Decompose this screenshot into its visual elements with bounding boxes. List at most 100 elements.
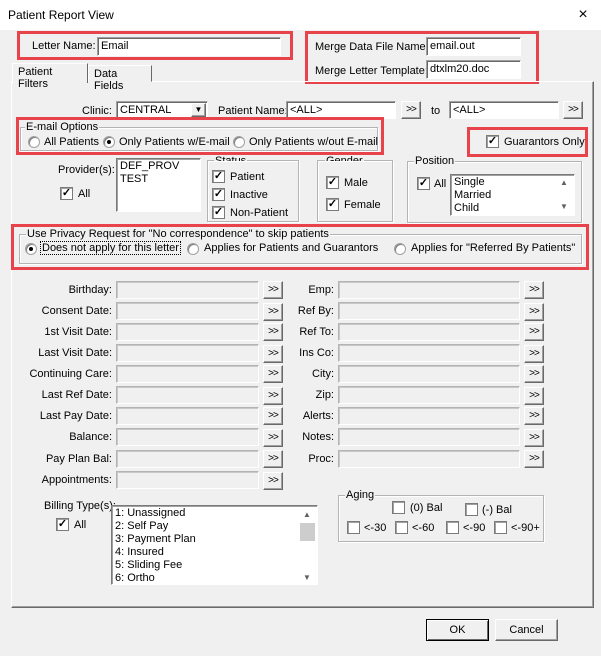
providers-all-checkbox[interactable]: ✓ [60, 187, 73, 200]
aging-zero-bal-checkbox[interactable] [392, 501, 405, 514]
list-item[interactable]: 1: Unassigned [115, 507, 297, 520]
field-input[interactable] [338, 323, 520, 341]
field-browse-button[interactable]: >> [524, 323, 544, 341]
field-browse-button[interactable]: >> [263, 472, 283, 490]
position-all-checkbox[interactable]: ✓ [417, 177, 430, 190]
list-item[interactable]: DEF_PROV [120, 160, 197, 173]
field-input[interactable] [116, 344, 259, 362]
list-item[interactable]: 6: Ortho [115, 572, 297, 584]
privacy-patients-guarantors-radio[interactable] [187, 243, 199, 255]
position-list[interactable]: Single Married Child [450, 174, 575, 216]
aging-90-checkbox[interactable] [446, 521, 459, 534]
merge-letter-template-input[interactable]: dtxlm20.doc [426, 60, 521, 79]
status-inactive-label[interactable]: Inactive [230, 189, 268, 201]
privacy-not-apply-radio[interactable] [25, 243, 37, 255]
scroll-up-icon[interactable]: ▲ [560, 178, 568, 187]
status-patient-checkbox[interactable]: ✓ [212, 170, 225, 183]
privacy-referred-by-label[interactable]: Applies for "Referred By Patients" [411, 242, 575, 254]
list-item[interactable]: 3: Payment Plan [115, 533, 297, 546]
tab-data-fields[interactable]: Data Fields [88, 65, 152, 92]
aging-90-plus-label[interactable]: <-90+ [511, 522, 540, 534]
field-input[interactable] [338, 386, 520, 404]
email-option-all-label[interactable]: All Patients [44, 136, 99, 148]
aging-neg-bal-label[interactable]: (-) Bal [482, 504, 512, 516]
field-browse-button[interactable]: >> [263, 450, 283, 468]
field-browse-button[interactable]: >> [263, 387, 283, 405]
field-browse-button[interactable]: >> [263, 323, 283, 341]
scrollbar-thumb[interactable] [300, 523, 315, 541]
gender-female-checkbox[interactable]: ✓ [326, 198, 339, 211]
field-input[interactable] [338, 365, 520, 383]
gender-male-label[interactable]: Male [344, 177, 368, 189]
cancel-button[interactable]: Cancel [495, 619, 558, 641]
position-all-label[interactable]: All [434, 178, 446, 190]
providers-all-label[interactable]: All [78, 188, 90, 200]
status-inactive-checkbox[interactable]: ✓ [212, 188, 225, 201]
tab-patient-filters[interactable]: Patient Filters [12, 63, 88, 90]
aging-60-checkbox[interactable] [395, 521, 408, 534]
list-item[interactable]: Child [454, 202, 554, 215]
field-browse-button[interactable]: >> [524, 450, 544, 468]
aging-60-label[interactable]: <-60 [412, 522, 434, 534]
field-browse-button[interactable]: >> [524, 387, 544, 405]
providers-list[interactable]: DEF_PROV TEST [116, 158, 201, 212]
field-input[interactable] [116, 281, 259, 299]
aging-30-checkbox[interactable] [347, 521, 360, 534]
field-input[interactable] [116, 407, 259, 425]
field-input[interactable] [338, 450, 520, 468]
field-input[interactable] [116, 428, 259, 446]
field-input[interactable] [116, 323, 259, 341]
billing-types-all-label[interactable]: All [74, 519, 86, 531]
field-browse-button[interactable]: >> [524, 303, 544, 321]
ok-button[interactable]: OK [426, 619, 489, 641]
email-option-without-email-label[interactable]: Only Patients w/out E-mail [249, 136, 378, 148]
letter-name-input[interactable]: Email [97, 37, 281, 56]
aging-zero-bal-label[interactable]: (0) Bal [410, 502, 442, 514]
email-option-with-email-label[interactable]: Only Patients w/E-mail [119, 136, 230, 148]
scroll-down-icon[interactable]: ▼ [560, 202, 568, 211]
status-patient-label[interactable]: Patient [230, 171, 264, 183]
scroll-up-icon[interactable]: ▲ [303, 510, 311, 519]
field-input[interactable] [116, 386, 259, 404]
field-browse-button[interactable]: >> [263, 345, 283, 363]
field-browse-button[interactable]: >> [524, 365, 544, 383]
field-input[interactable] [338, 428, 520, 446]
field-browse-button[interactable]: >> [524, 407, 544, 425]
aging-30-label[interactable]: <-30 [364, 522, 386, 534]
list-item[interactable]: 4: Insured [115, 546, 297, 559]
email-option-without-email-radio[interactable] [233, 136, 245, 148]
guarantors-only-checkbox[interactable]: ✓ [486, 135, 499, 148]
list-item[interactable]: 2: Self Pay [115, 520, 297, 533]
status-non-patient-checkbox[interactable]: ✓ [212, 206, 225, 219]
field-input[interactable] [116, 302, 259, 320]
email-option-with-email-radio[interactable] [103, 136, 115, 148]
privacy-referred-by-radio[interactable] [394, 243, 406, 255]
field-input[interactable] [116, 471, 259, 489]
field-input[interactable] [116, 365, 259, 383]
field-browse-button[interactable]: >> [524, 429, 544, 447]
email-option-all-radio[interactable] [28, 136, 40, 148]
field-browse-button[interactable]: >> [263, 365, 283, 383]
list-item[interactable]: Married [454, 189, 554, 202]
field-input[interactable] [338, 302, 520, 320]
gender-male-checkbox[interactable]: ✓ [326, 176, 339, 189]
merge-data-file-input[interactable]: email.out [426, 37, 521, 56]
status-non-patient-label[interactable]: Non-Patient [230, 207, 288, 219]
chevron-down-icon[interactable]: ▼ [191, 103, 206, 117]
field-browse-button[interactable]: >> [263, 281, 283, 299]
privacy-not-apply-label[interactable]: Does not apply for this letter [40, 241, 181, 255]
list-item[interactable]: Single [454, 176, 554, 189]
field-browse-button[interactable]: >> [263, 303, 283, 321]
privacy-patients-guarantors-label[interactable]: Applies for Patients and Guarantors [204, 242, 378, 254]
field-input[interactable] [116, 450, 259, 468]
guarantors-only-label[interactable]: Guarantors Only [504, 136, 585, 148]
aging-neg-bal-checkbox[interactable] [465, 503, 478, 516]
field-input[interactable] [338, 281, 520, 299]
patient-name-to-input[interactable]: <ALL> [449, 101, 559, 119]
billing-types-all-checkbox[interactable]: ✓ [56, 518, 69, 531]
list-item[interactable]: TEST [120, 173, 197, 186]
field-input[interactable] [338, 344, 520, 362]
close-icon[interactable]: × [572, 4, 594, 26]
gender-female-label[interactable]: Female [344, 199, 381, 211]
aging-90-label[interactable]: <-90 [463, 522, 485, 534]
